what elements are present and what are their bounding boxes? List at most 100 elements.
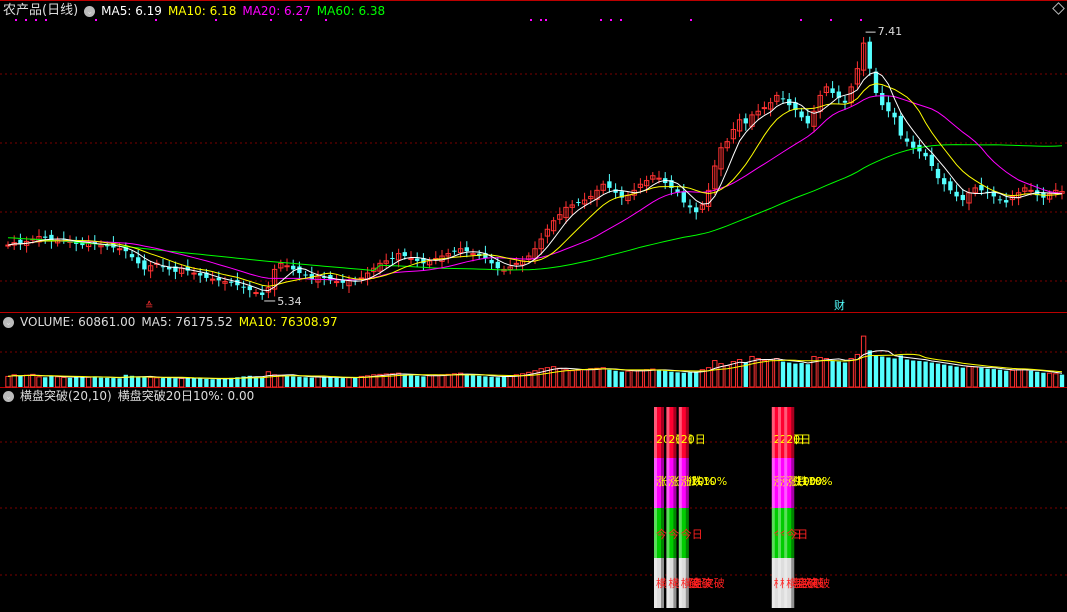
volume-bar <box>892 358 897 387</box>
volume-ma10-readout: MA10: 76308.97 <box>238 315 338 329</box>
volume-bar <box>402 374 407 387</box>
volume-bar <box>774 358 780 388</box>
volume-bar <box>167 377 172 387</box>
volume-bar <box>36 376 42 388</box>
volume-bar <box>631 370 637 388</box>
volume-bar <box>929 362 934 387</box>
candle-body <box>997 199 1003 201</box>
volume-bar <box>805 364 810 387</box>
volume-bar <box>54 376 61 388</box>
volume-bar <box>985 368 990 387</box>
volume-bar <box>147 376 154 388</box>
ma10-readout: MA10: 6.18 <box>167 4 237 18</box>
chevron-down-icon[interactable]: ⌄ <box>3 390 14 402</box>
signal-dot <box>860 19 862 21</box>
volume-bar <box>433 374 439 388</box>
volume-bar <box>117 378 122 387</box>
volume-bar <box>948 365 953 387</box>
volume-bar <box>334 377 339 387</box>
volume-bar <box>408 375 414 387</box>
candle-body <box>297 266 302 274</box>
volume-bar <box>581 369 588 388</box>
volume-bar <box>569 370 575 388</box>
candle-body <box>923 152 928 157</box>
candle-body <box>867 41 872 69</box>
candle-body <box>495 261 500 269</box>
signal-dot <box>530 19 532 21</box>
signal-dot <box>690 19 692 21</box>
signal-dot <box>620 19 622 21</box>
candle-body <box>129 254 135 258</box>
volume-bar <box>842 362 848 387</box>
volume-bar <box>911 360 916 387</box>
signal-segment-label: 20日 <box>681 433 706 446</box>
candle-body <box>452 250 457 252</box>
volume-ma10-line <box>7 353 1063 379</box>
signal-dot <box>45 19 47 21</box>
chevron-down-icon[interactable]: ⌄ <box>3 316 14 328</box>
candle-body <box>1028 189 1034 192</box>
signal-dot <box>215 19 217 21</box>
candle-body <box>229 281 234 283</box>
signal-segment-label: 涨跌10% <box>681 474 727 488</box>
candle-body <box>681 191 686 203</box>
candle-body <box>880 93 885 106</box>
candle-body <box>136 257 141 264</box>
candle-body <box>898 115 903 136</box>
chevron-down-icon[interactable]: ⌄ <box>84 5 96 17</box>
candle-body <box>241 286 246 288</box>
candle-body <box>935 168 941 179</box>
signal-dot <box>155 19 157 21</box>
signal-dot <box>95 19 97 21</box>
volume-bar <box>1035 371 1040 387</box>
volume-bar <box>979 367 984 387</box>
volume-bar <box>954 366 959 387</box>
volume-bar <box>687 372 693 387</box>
volume-bar <box>1041 372 1046 387</box>
volume-bar <box>594 367 600 388</box>
volume-bar <box>98 377 104 387</box>
volume-bar <box>291 376 296 387</box>
volume-bar <box>880 356 885 387</box>
signal-dot <box>830 19 832 21</box>
volume-bar <box>426 375 433 388</box>
volume-bar <box>49 375 54 387</box>
volume-bar <box>904 359 910 387</box>
volume-bar <box>799 362 804 387</box>
volume-bar <box>415 375 420 387</box>
volume-ma5-readout: MA5: 76175.52 <box>141 315 233 329</box>
volume-bar <box>917 360 922 387</box>
candle-body <box>799 111 804 118</box>
volume-bar <box>297 376 302 387</box>
volume-bar <box>1059 374 1065 387</box>
volume-bar <box>736 359 743 388</box>
volume-bar <box>284 375 290 387</box>
candle-body <box>805 115 810 124</box>
candle-body <box>761 107 768 110</box>
volume-bar <box>160 378 166 387</box>
volume-bar <box>575 369 582 388</box>
signal-segment-label: 涨跌10% <box>786 474 832 488</box>
volume-readout: VOLUME: 60861.00 <box>20 315 136 329</box>
volume-bar <box>1022 368 1028 388</box>
volume-bar <box>204 378 209 387</box>
volume-bar <box>675 372 680 387</box>
candle-body <box>464 247 469 252</box>
candle-body <box>402 252 407 257</box>
volume-bar <box>730 361 737 388</box>
candle-body <box>253 292 259 295</box>
volume-bar <box>358 375 365 388</box>
volume-bar <box>303 377 308 387</box>
volume-bar <box>650 368 656 388</box>
candle-body <box>886 102 891 112</box>
volume-bar <box>1028 370 1034 387</box>
signal-dot <box>545 19 547 21</box>
volume-bar <box>191 378 197 387</box>
signal-dot <box>600 19 602 21</box>
candle-body <box>656 177 662 180</box>
indicator-value: 横盘突破20日10%: 0.00 <box>117 389 255 403</box>
signal-segment-label: 横盘突破 <box>681 576 725 590</box>
volume-bar <box>265 371 272 388</box>
volume-bar <box>848 358 854 388</box>
stock-chart-window: 7.41 5.34 财 ≙ 20日涨跌10% 今日横盘突破 20日涨跌10% 今日 横盘突破20… <box>0 0 1067 612</box>
